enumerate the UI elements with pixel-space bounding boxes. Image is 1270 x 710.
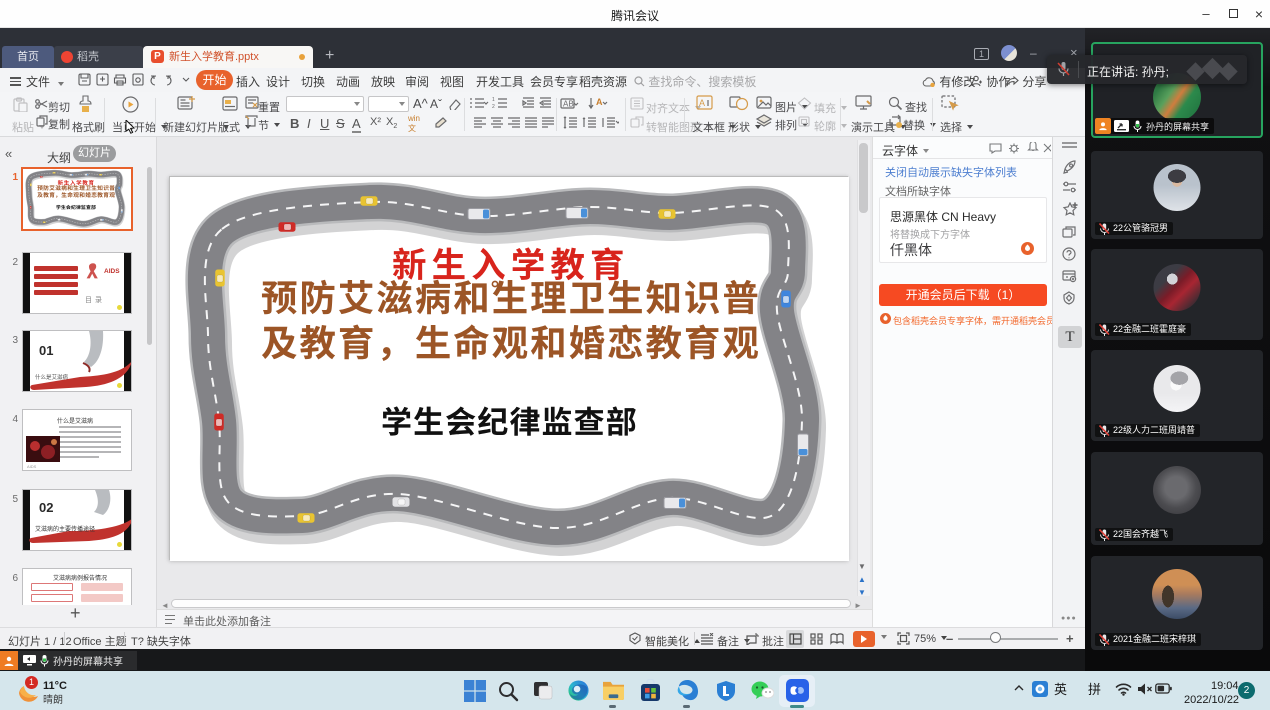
- svg-text:2: 2: [492, 104, 495, 109]
- svg-text:AB: AB: [563, 100, 574, 109]
- svg-text:A: A: [596, 97, 603, 107]
- svg-text:1: 1: [492, 97, 495, 103]
- svg-text:A: A: [699, 98, 705, 108]
